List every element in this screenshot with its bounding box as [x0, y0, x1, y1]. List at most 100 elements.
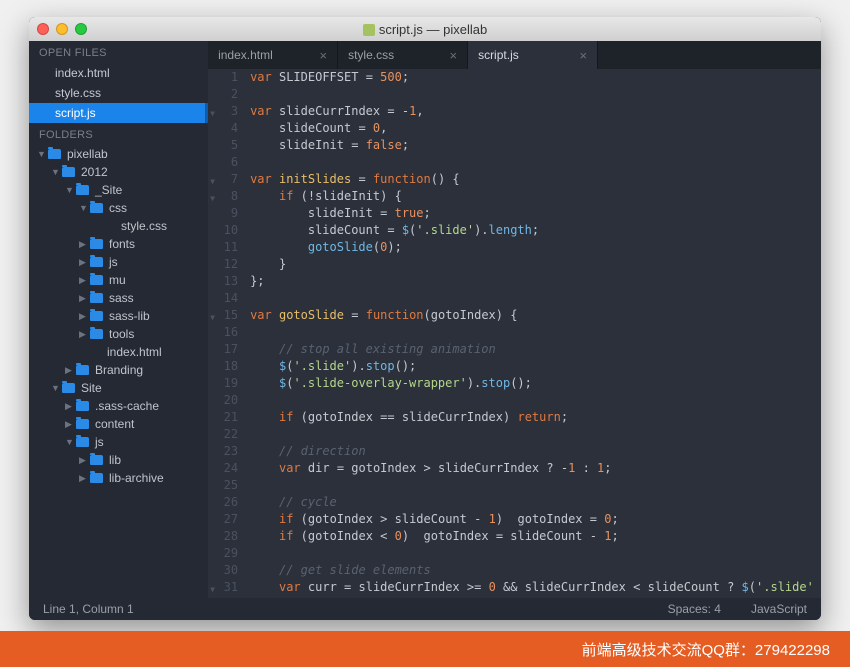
- disclosure-arrow-icon[interactable]: ▼: [51, 383, 61, 393]
- close-window-icon[interactable]: [37, 23, 49, 35]
- minimize-window-icon[interactable]: [56, 23, 68, 35]
- disclosure-arrow-icon[interactable]: ▶: [79, 293, 89, 304]
- code-line[interactable]: if (gotoIndex > slideCount - 1) gotoInde…: [250, 511, 821, 528]
- line-number[interactable]: 17: [208, 341, 238, 358]
- line-number-gutter[interactable]: 12▼3456▼7▼891011121314▼15161718192021222…: [208, 69, 246, 598]
- code-line[interactable]: [250, 392, 821, 409]
- disclosure-arrow-icon[interactable]: ▶: [79, 239, 89, 250]
- folder-row[interactable]: ▶js: [29, 253, 208, 271]
- disclosure-arrow-icon[interactable]: ▶: [65, 401, 75, 412]
- line-number[interactable]: 2: [208, 86, 238, 103]
- editor-tab[interactable]: style.css×: [338, 41, 468, 69]
- code-line[interactable]: slideInit = false;: [250, 137, 821, 154]
- line-number[interactable]: 13: [208, 273, 238, 290]
- code-line[interactable]: [250, 477, 821, 494]
- code-line[interactable]: // get slide elements: [250, 562, 821, 579]
- line-number[interactable]: 11: [208, 239, 238, 256]
- line-number[interactable]: 12: [208, 256, 238, 273]
- line-number[interactable]: 14: [208, 290, 238, 307]
- disclosure-arrow-icon[interactable]: ▶: [65, 365, 75, 376]
- code-line[interactable]: $('.slide').stop();: [250, 358, 821, 375]
- code-line[interactable]: // stop all existing animation: [250, 341, 821, 358]
- code-line[interactable]: var SLIDEOFFSET = 500;: [250, 69, 821, 86]
- line-number[interactable]: ▼3: [208, 103, 238, 120]
- line-number[interactable]: 28: [208, 528, 238, 545]
- folder-row[interactable]: ▶content: [29, 415, 208, 433]
- language-mode[interactable]: JavaScript: [751, 602, 807, 616]
- folder-row[interactable]: ▶mu: [29, 271, 208, 289]
- open-file-item[interactable]: index.html: [29, 63, 208, 83]
- zoom-window-icon[interactable]: [75, 23, 87, 35]
- folder-row[interactable]: ▶.sass-cache: [29, 397, 208, 415]
- disclosure-arrow-icon[interactable]: ▶: [79, 473, 89, 484]
- folder-row[interactable]: ▼css: [29, 199, 208, 217]
- code-line[interactable]: if (gotoIndex < 0) gotoIndex = slideCoun…: [250, 528, 821, 545]
- code-line[interactable]: if (!slideInit) {: [250, 188, 821, 205]
- folder-row[interactable]: ▶sass: [29, 289, 208, 307]
- line-number[interactable]: 26: [208, 494, 238, 511]
- code-line[interactable]: // cycle: [250, 494, 821, 511]
- editor-tab[interactable]: script.js×: [468, 41, 598, 69]
- code-line[interactable]: [250, 154, 821, 171]
- folder-row[interactable]: ▼Site: [29, 379, 208, 397]
- code-line[interactable]: var dir = gotoIndex > slideCurrIndex ? -…: [250, 460, 821, 477]
- folder-row[interactable]: ▼pixellab: [29, 145, 208, 163]
- disclosure-arrow-icon[interactable]: ▶: [79, 275, 89, 286]
- line-number[interactable]: 16: [208, 324, 238, 341]
- line-number[interactable]: 18: [208, 358, 238, 375]
- line-number[interactable]: 25: [208, 477, 238, 494]
- code-editor[interactable]: 12▼3456▼7▼891011121314▼15161718192021222…: [208, 69, 821, 598]
- cursor-position[interactable]: Line 1, Column 1: [43, 602, 134, 616]
- open-file-item[interactable]: script.js: [29, 103, 208, 123]
- code-line[interactable]: // direction: [250, 443, 821, 460]
- code-content[interactable]: var SLIDEOFFSET = 500; var slideCurrInde…: [246, 69, 821, 598]
- line-number[interactable]: 4: [208, 120, 238, 137]
- disclosure-arrow-icon[interactable]: ▼: [79, 203, 89, 213]
- line-number[interactable]: 23: [208, 443, 238, 460]
- folder-row[interactable]: ▶sass-lib: [29, 307, 208, 325]
- line-number[interactable]: 30: [208, 562, 238, 579]
- folder-row[interactable]: ▶tools: [29, 325, 208, 343]
- open-file-item[interactable]: style.css: [29, 83, 208, 103]
- folder-row[interactable]: ▶lib: [29, 451, 208, 469]
- disclosure-arrow-icon[interactable]: ▶: [79, 455, 89, 466]
- line-number[interactable]: 6: [208, 154, 238, 171]
- code-line[interactable]: slideInit = true;: [250, 205, 821, 222]
- line-number[interactable]: 10: [208, 222, 238, 239]
- line-number[interactable]: 5: [208, 137, 238, 154]
- code-line[interactable]: [250, 324, 821, 341]
- indentation-setting[interactable]: Spaces: 4: [668, 602, 721, 616]
- code-line[interactable]: [250, 290, 821, 307]
- code-line[interactable]: [250, 86, 821, 103]
- folder-row[interactable]: ▼2012: [29, 163, 208, 181]
- line-number[interactable]: 9: [208, 205, 238, 222]
- code-line[interactable]: slideCount = 0,: [250, 120, 821, 137]
- line-number[interactable]: 24: [208, 460, 238, 477]
- disclosure-arrow-icon[interactable]: ▼: [65, 185, 75, 195]
- code-line[interactable]: };: [250, 273, 821, 290]
- tab-close-icon[interactable]: ×: [579, 48, 587, 63]
- code-line[interactable]: slideCount = $('.slide').length;: [250, 222, 821, 239]
- file-row[interactable]: index.html: [29, 343, 208, 361]
- code-line[interactable]: var slideCurrIndex = -1,: [250, 103, 821, 120]
- code-line[interactable]: var initSlides = function() {: [250, 171, 821, 188]
- code-line[interactable]: }: [250, 256, 821, 273]
- code-line[interactable]: if (gotoIndex == slideCurrIndex) return;: [250, 409, 821, 426]
- line-number[interactable]: 20: [208, 392, 238, 409]
- disclosure-arrow-icon[interactable]: ▶: [79, 257, 89, 268]
- code-line[interactable]: var curr = slideCurrIndex >= 0 && slideC…: [250, 579, 821, 596]
- file-row[interactable]: style.css: [29, 217, 208, 235]
- line-number[interactable]: 27: [208, 511, 238, 528]
- line-number[interactable]: ▼15: [208, 307, 238, 324]
- folder-row[interactable]: ▼js: [29, 433, 208, 451]
- code-line[interactable]: [250, 545, 821, 562]
- line-number[interactable]: 1: [208, 69, 238, 86]
- folder-row[interactable]: ▶fonts: [29, 235, 208, 253]
- code-line[interactable]: gotoSlide(0);: [250, 239, 821, 256]
- code-line[interactable]: next = gotoIndex >= 0 && gotoIndex < sli…: [250, 596, 821, 598]
- code-line[interactable]: $('.slide-overlay-wrapper').stop();: [250, 375, 821, 392]
- line-number[interactable]: 19: [208, 375, 238, 392]
- titlebar[interactable]: script.js — pixellab: [29, 17, 821, 41]
- line-number[interactable]: ▼31: [208, 579, 238, 596]
- line-number[interactable]: ▼8: [208, 188, 238, 205]
